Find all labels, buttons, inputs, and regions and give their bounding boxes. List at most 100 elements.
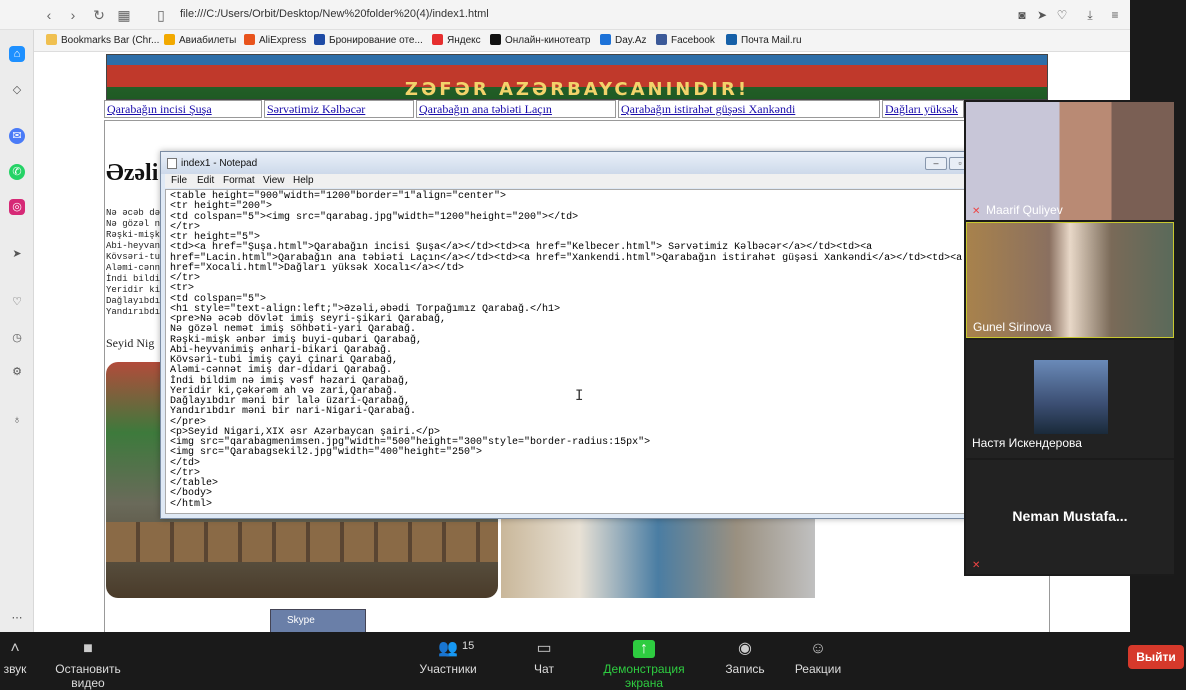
bulb-icon[interactable]: ♁ xyxy=(9,412,25,428)
audio-button[interactable]: ˄ звук xyxy=(0,632,30,682)
code-line: href="Xocali.html">Dağları yüksək Xocalı… xyxy=(170,262,465,274)
nav-link-lacin[interactable]: Qarabağın ana təbiəti Laçın xyxy=(416,100,616,118)
poem-line: Aləmi-cənn xyxy=(106,263,161,273)
mail-icon xyxy=(726,34,737,45)
whatsapp-icon[interactable]: ✆ xyxy=(9,164,25,180)
participants-button[interactable]: 👥 Участники xyxy=(410,632,486,682)
nav-link-xankendi[interactable]: Qarabağın istirahət güşəsi Xankəndi xyxy=(618,100,880,118)
bookmark-item[interactable]: Day.Az xyxy=(600,34,647,46)
share-screen-icon: ↑ xyxy=(633,640,655,658)
bookmark-item[interactable]: Бронирование оте... xyxy=(314,34,423,46)
bookmark-item[interactable]: Яндекс xyxy=(432,34,481,46)
download-icon[interactable]: ⤓ xyxy=(1082,7,1098,23)
participants-icon: 👥 xyxy=(438,640,458,657)
poem-line: Rəşki-mişk xyxy=(106,230,161,240)
send-icon[interactable]: ➤ xyxy=(1034,7,1050,23)
nav-link-xocali[interactable]: Dağları yüksək xyxy=(882,100,964,118)
menu-view[interactable]: View xyxy=(263,175,285,186)
stop-video-button[interactable]: ■ Остановить видео xyxy=(38,632,138,690)
messenger-icon[interactable]: ✉ xyxy=(9,128,25,144)
minimize-button[interactable]: – xyxy=(925,157,947,170)
menu-format[interactable]: Format xyxy=(223,175,255,186)
chat-button[interactable]: ▭ Чат xyxy=(522,632,566,682)
participants-count: 15 xyxy=(462,640,475,652)
bookmark-item[interactable]: AliExpress xyxy=(244,34,306,46)
notepad-title: index1 - Notepad xyxy=(181,158,258,169)
flag-stripe-blue xyxy=(107,55,1047,65)
code-line: <td colspan="5"><img src="qarabag.jpg"wi… xyxy=(170,211,579,223)
participant-tile[interactable]: Настя Искендерова xyxy=(966,340,1174,458)
forward-icon[interactable]: › xyxy=(64,6,82,24)
notepad-text-area[interactable]: <table height="900"width="1200"border="1… xyxy=(165,189,967,514)
nav-link-kelbecer[interactable]: Sərvətimiz Kəlbəcər xyxy=(264,100,414,118)
instagram-icon[interactable]: ◎ xyxy=(9,199,25,215)
bridge-shape xyxy=(106,522,498,562)
menu-icon[interactable]: ≡ xyxy=(1107,7,1123,23)
poem-line: Dağlayıbdı xyxy=(106,296,161,306)
history-icon[interactable]: ◷ xyxy=(9,330,25,346)
heart-icon[interactable]: ♡ xyxy=(1054,7,1070,23)
emoji-icon: ☺ xyxy=(809,640,827,657)
muted-mic-icon: ✕ xyxy=(972,206,981,217)
menu-file[interactable]: File xyxy=(171,175,187,186)
file-icon: ▯ xyxy=(157,7,165,23)
code-line: <tr height="200"> xyxy=(170,201,273,213)
video-panel: ✕ Maarif Quliyev Gunel Sirinova Настя Иск… xyxy=(964,100,1174,576)
code-line: <tr> xyxy=(170,283,195,295)
participant-name: Gunel Sirinova xyxy=(973,320,1052,334)
bookmark-item[interactable]: Почта Mail.ru xyxy=(726,34,802,46)
participant-tile[interactable]: Neman Mustafa... ✕ xyxy=(966,460,1174,574)
share-screen-button[interactable]: ↑ Демонстрация экрана xyxy=(584,632,704,690)
extension-icon[interactable]: ◇ xyxy=(9,82,25,98)
notepad-titlebar[interactable]: index1 - Notepad – ▫ xyxy=(161,152,971,174)
nav-table: Qarabağın incisi Şuşa Sərvətimiz Kəlbəcə… xyxy=(104,100,964,120)
poem-line: İndi bildi xyxy=(106,274,161,284)
bookmark-item[interactable]: Онлайн-кинотеатр xyxy=(490,34,590,46)
settings-icon[interactable]: ⚙ xyxy=(9,364,25,380)
yandex-icon xyxy=(432,34,443,45)
record-button[interactable]: ◉ Запись xyxy=(720,632,770,682)
code-line: </body> xyxy=(170,488,213,500)
code-line: <img src="Qarabagsekil2.jpg"width="400"h… xyxy=(170,447,483,459)
leave-meeting-button[interactable]: Выйти xyxy=(1128,645,1184,669)
chat-icon: ▭ xyxy=(536,640,552,657)
bookmark-item[interactable]: Авиабилеты xyxy=(164,34,236,46)
reactions-button[interactable]: ☺ Реакции xyxy=(792,632,844,682)
monuments-photo xyxy=(501,514,815,598)
muted-mic-icon: ✕ xyxy=(972,560,981,571)
banner-text: ZƏFƏR AZƏRBAYCANINDIR! xyxy=(404,79,750,100)
notepad-menubar: File Edit Format View Help xyxy=(165,174,967,188)
bookmarks-bar: Bookmarks Bar (Chr... Авиабилеты AliExpr… xyxy=(34,30,1130,52)
skype-taskbar-button[interactable]: Skype xyxy=(270,609,366,632)
booking-icon xyxy=(314,34,325,45)
bookmark-item[interactable]: Bookmarks Bar (Chr... xyxy=(46,34,159,46)
menu-edit[interactable]: Edit xyxy=(197,175,214,186)
menu-help[interactable]: Help xyxy=(293,175,314,186)
notepad-window: index1 - Notepad – ▫ File Edit Format Vi… xyxy=(160,151,971,519)
bookmark-item[interactable]: Facebook xyxy=(656,34,715,46)
participant-tile[interactable]: Gunel Sirinova xyxy=(966,222,1174,338)
poem-line: Nə gözəl n xyxy=(106,219,161,229)
camera-icon[interactable]: ◙ xyxy=(1014,7,1030,23)
nav-link-susa[interactable]: Qarabağın incisi Şuşa xyxy=(104,100,262,118)
code-line: Nə gözəl nemət imiş söhbəti-yari Qarabağ… xyxy=(170,324,417,336)
home-icon[interactable]: ⌂ xyxy=(9,46,25,62)
back-icon[interactable]: ‹ xyxy=(40,6,58,24)
send-icon[interactable]: ➤ xyxy=(9,246,25,262)
grid-icon[interactable]: ▦ xyxy=(115,6,133,24)
participant-name: ✕ Maarif Quliyev xyxy=(972,203,1063,217)
reload-icon[interactable]: ↻ xyxy=(90,6,108,24)
more-icon[interactable]: ⋯ xyxy=(9,610,25,626)
participant-name: Настя Искендерова xyxy=(972,436,1082,450)
participant-avatar xyxy=(1034,360,1108,434)
plane-icon xyxy=(164,34,175,45)
record-icon: ◉ xyxy=(738,640,752,657)
heart-icon[interactable]: ♡ xyxy=(9,294,25,310)
poem-line: Abi-heyvan xyxy=(106,241,161,251)
meeting-toolbar: ˄ звук ■ Остановить видео 👥 Участники 15… xyxy=(0,632,1186,690)
poem-caption: Seyid Nig xyxy=(106,336,155,350)
address-bar[interactable]: file:///C:/Users/Orbit/Desktop/New%20fol… xyxy=(180,8,489,20)
notepad-icon xyxy=(167,158,177,169)
participant-tile[interactable]: ✕ Maarif Quliyev xyxy=(966,102,1174,220)
participant-name: Neman Mustafa... xyxy=(1012,508,1128,524)
